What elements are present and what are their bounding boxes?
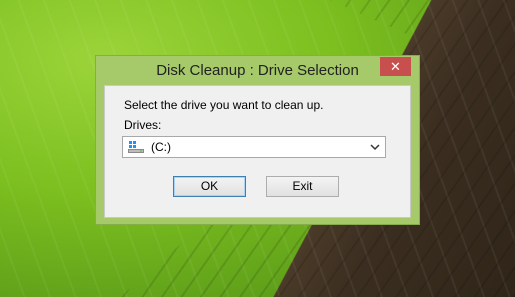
window-title: Disk Cleanup : Drive Selection xyxy=(156,62,359,79)
disk-cleanup-dialog: Disk Cleanup : Drive Selection ✕ Select … xyxy=(95,55,420,225)
exit-button[interactable]: Exit xyxy=(266,176,339,197)
close-button[interactable]: ✕ xyxy=(380,57,411,76)
dialog-client-area: Select the drive you want to clean up. D… xyxy=(104,85,411,218)
close-icon: ✕ xyxy=(390,59,401,74)
windows-drive-icon xyxy=(128,141,144,153)
ok-button[interactable]: OK xyxy=(173,176,246,197)
instruction-text: Select the drive you want to clean up. xyxy=(124,98,324,112)
selected-drive-value: (C:) xyxy=(151,140,171,154)
drive-select[interactable]: (C:) xyxy=(122,136,386,158)
chevron-down-icon[interactable] xyxy=(370,141,380,153)
drives-label: Drives: xyxy=(124,118,162,132)
